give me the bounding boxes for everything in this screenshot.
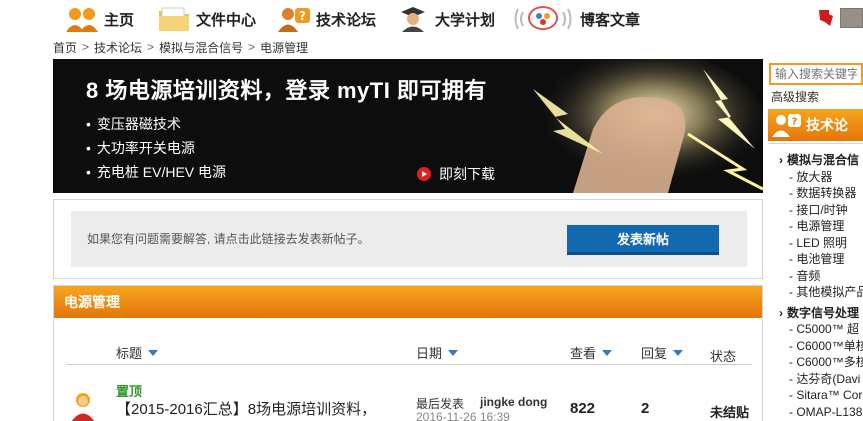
fist-lightning-image [493, 59, 763, 193]
ti-logo-icon[interactable] [817, 8, 835, 28]
sidebar-item[interactable]: 数据转换器 [779, 185, 863, 202]
nav-home-label: 主页 [104, 11, 135, 29]
replies-count: 2 [641, 400, 650, 417]
search-input[interactable] [769, 63, 863, 85]
nav-blog[interactable]: 博客文章 [510, 4, 640, 34]
column-subject-label: 标题 [116, 346, 143, 361]
banner-bullet: 充电桩 EV/HEV 电源 [86, 160, 226, 184]
column-replies-label: 回复 [641, 346, 668, 361]
sort-down-icon [448, 349, 459, 356]
views-count: 822 [570, 400, 596, 417]
sidebar-item[interactable]: 达芬奇(Davi [779, 371, 863, 388]
sidebar-item[interactable]: OMAP-L138 [779, 404, 863, 421]
download-link[interactable]: 即刻下载 [417, 164, 495, 184]
sidebar-item[interactable]: 其他模拟产品 [779, 284, 863, 301]
sidebar-item[interactable]: 放大器 [779, 169, 863, 186]
thread-title-link[interactable]: 【2015-2016汇总】8场电源培训资料， [116, 398, 376, 419]
blog-chat-icon [510, 4, 576, 34]
new-post-box: 如果您有问题需要解答, 请点击此链接去发表新帖子。 发表新帖 [53, 199, 763, 279]
sidebar-item[interactable]: Sitara™ Cor [779, 387, 863, 404]
sort-down-icon [602, 349, 613, 356]
sort-down-icon [148, 349, 159, 356]
forum-question-icon: ? [276, 4, 312, 34]
download-label: 即刻下载 [439, 166, 495, 182]
sidebar-item[interactable]: 接口/时钟 [779, 202, 863, 219]
nav-file-center[interactable]: 文件中心 [156, 4, 256, 34]
sidebar-category[interactable]: 数字信号处理 [779, 305, 863, 322]
banner-bullet: 大功率开关电源 [86, 136, 226, 160]
sidebar-category-list: 模拟与混合信 放大器 数据转换器 接口/时钟 电源管理 LED 照明 电池管理 … [779, 152, 863, 420]
breadcrumb-separator: > [248, 40, 256, 54]
column-status: 状态 [710, 346, 736, 365]
sidebar-item[interactable]: 电源管理 [779, 218, 863, 235]
new-post-inner: 如果您有问题需要解答, 请点击此链接去发表新帖子。 发表新帖 [71, 211, 747, 267]
people-home-icon [64, 4, 100, 34]
sidebar-item[interactable]: 电池管理 [779, 251, 863, 268]
sidebar-forum-tab[interactable]: ? 技术论 [768, 109, 863, 141]
promo-banner[interactable]: 8 场电源培训资料，登录 myTI 即可拥有 变压器磁技术 大功率开关电源 充电… [53, 59, 763, 193]
thread-status: 未结贴 [710, 405, 750, 420]
breadcrumb-power[interactable]: 电源管理 [260, 39, 308, 56]
forum-title: 电源管理 [54, 286, 762, 318]
sidebar-item[interactable]: C5000™ 超 [779, 321, 863, 338]
banner-bullets: 变压器磁技术 大功率开关电源 充电桩 EV/HEV 电源 [86, 112, 226, 184]
forum-panel: 电源管理 标题 日期 查看 回复 状态 置顶 【2015-2016汇总】8场电源… [53, 285, 763, 421]
sidebar-divider [768, 143, 863, 144]
nav-blog-label: 博客文章 [580, 11, 641, 29]
top-navigation: 主页 文件中心 ? 技术论坛 大学计划 博客文章 [0, 0, 863, 38]
banner-title: 8 场电源培训资料，登录 myTI 即可拥有 [86, 78, 487, 103]
nav-home[interactable]: 主页 [64, 4, 134, 34]
banner-bullet: 变压器磁技术 [86, 112, 226, 136]
breadcrumb-separator: > [82, 40, 90, 54]
breadcrumb-home[interactable]: 首页 [53, 39, 77, 56]
nav-forum-label: 技术论坛 [316, 11, 377, 29]
column-replies[interactable]: 回复 [641, 343, 684, 362]
breadcrumb-forum[interactable]: 技术论坛 [94, 39, 142, 56]
breadcrumb-analog[interactable]: 模拟与混合信号 [159, 39, 243, 56]
last-post-date: 2016-11-26 16:39 [416, 410, 510, 421]
column-views[interactable]: 查看 [570, 343, 613, 362]
sidebar-item[interactable]: LED 照明 [779, 235, 863, 252]
user-avatar[interactable] [840, 8, 863, 28]
sidebar-category[interactable]: 模拟与混合信 [779, 152, 863, 169]
sort-down-icon [673, 349, 684, 356]
header-divider [66, 364, 752, 365]
thread-author-avatar[interactable] [70, 391, 96, 421]
nav-university[interactable]: 大学计划 [395, 4, 495, 34]
column-status-label: 状态 [710, 349, 737, 364]
breadcrumb: 首页 > 技术论坛 > 模拟与混合信号 > 电源管理 [53, 39, 308, 55]
last-post-user[interactable]: jingke dong [480, 395, 547, 409]
folder-icon [156, 4, 192, 34]
nav-forum[interactable]: ? 技术论坛 [276, 4, 376, 34]
advanced-search-link[interactable]: 高级搜索 [771, 88, 819, 105]
sidebar-tab-label: 技术论 [806, 117, 848, 133]
column-date-label: 日期 [416, 346, 443, 361]
sidebar-item[interactable]: C6000™多核 [779, 354, 863, 371]
column-date[interactable]: 日期 [416, 343, 459, 362]
breadcrumb-separator: > [147, 40, 155, 54]
sidebar-item[interactable]: 音频 [779, 268, 863, 285]
svg-text:?: ? [792, 117, 798, 128]
sidebar-item[interactable]: C6000™单核 [779, 338, 863, 355]
new-post-hint: 如果您有问题需要解答, 请点击此链接去发表新帖子。 [87, 232, 370, 246]
column-subject[interactable]: 标题 [116, 343, 159, 362]
play-icon [417, 167, 431, 181]
svg-text:?: ? [299, 9, 306, 23]
new-post-button[interactable]: 发表新帖 [567, 225, 719, 255]
graduate-icon [395, 4, 431, 34]
forum-question-icon: ? [768, 110, 806, 140]
nav-university-label: 大学计划 [435, 11, 496, 29]
column-views-label: 查看 [570, 346, 597, 361]
nav-file-center-label: 文件中心 [196, 11, 257, 29]
